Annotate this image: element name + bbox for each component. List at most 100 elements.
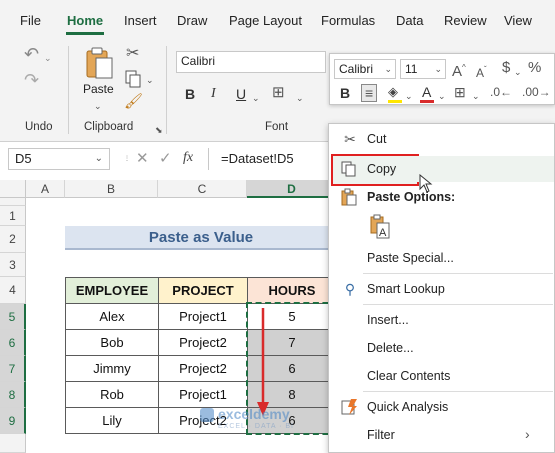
row-header-7[interactable]: 7: [0, 356, 26, 382]
watermark-logo-icon: [200, 408, 214, 422]
accounting-format-icon[interactable]: $: [502, 60, 510, 76]
column-header-b[interactable]: B: [65, 180, 158, 198]
tab-home[interactable]: Home: [67, 13, 103, 28]
table-cell[interactable]: Project2: [158, 355, 248, 382]
chevron-down-icon[interactable]: ⌄: [472, 88, 480, 104]
hours-header-cell[interactable]: HOURS: [247, 277, 337, 304]
dialog-launcher-icon[interactable]: ⬊: [155, 122, 163, 138]
mini-font-name-select[interactable]: Calibri ⌄: [334, 59, 396, 79]
formula-input[interactable]: =Dataset!D5: [208, 148, 328, 170]
align-center-icon[interactable]: ≡: [361, 84, 378, 102]
chevron-down-icon: ⌄: [94, 153, 103, 164]
bold-icon[interactable]: B: [340, 85, 350, 101]
more-icon[interactable]: ⋮: [124, 151, 130, 167]
menu-item-paste-options: Paste Options:: [329, 184, 554, 210]
enter-icon[interactable]: ✓: [159, 151, 172, 167]
table-cell[interactable]: Project2: [158, 329, 248, 356]
table-cell[interactable]: Bob: [65, 329, 159, 356]
menu-item-filter[interactable]: Filter ›: [329, 422, 554, 448]
row-header-9[interactable]: 9: [0, 408, 26, 434]
table-cell[interactable]: Jimmy: [65, 355, 159, 382]
copy-icon[interactable]: [124, 70, 142, 88]
row-header-4[interactable]: 4: [0, 277, 26, 304]
paste-button-label[interactable]: Paste: [83, 82, 114, 96]
increase-font-size-icon[interactable]: A^: [452, 60, 466, 80]
divider: [166, 46, 167, 134]
tab-view[interactable]: View: [504, 13, 532, 28]
select-all-corner[interactable]: [0, 180, 26, 198]
menu-item-smart-lookup[interactable]: ⚲ Smart Lookup: [329, 276, 554, 302]
decrease-font-size-icon[interactable]: Aˇ: [476, 62, 487, 81]
cancel-icon[interactable]: ✕: [136, 151, 149, 167]
borders-icon[interactable]: ⊞: [272, 85, 285, 101]
chevron-down-icon[interactable]: ⌄: [146, 72, 154, 88]
chevron-down-icon[interactable]: ⌄: [94, 98, 102, 114]
mini-font-size-select[interactable]: 11 ⌄: [400, 59, 446, 79]
paste-icon[interactable]: [84, 46, 114, 80]
row-header-1[interactable]: 1: [0, 206, 26, 226]
table-cell[interactable]: Lily: [65, 407, 159, 434]
paste-values-icon[interactable]: A: [369, 214, 391, 240]
employee-header-cell[interactable]: EMPLOYEE: [65, 277, 159, 304]
increase-decimal-icon[interactable]: .0←: [490, 84, 512, 100]
tab-formulas[interactable]: Formulas: [321, 13, 375, 28]
paste-icon: [341, 188, 357, 206]
chevron-down-icon[interactable]: ⌄: [438, 88, 446, 104]
menu-item-label: Insert...: [367, 313, 409, 327]
tab-review[interactable]: Review: [444, 13, 487, 28]
table-cell[interactable]: Rob: [65, 381, 159, 408]
row-header-8[interactable]: 8: [0, 382, 26, 408]
bold-icon[interactable]: B: [185, 86, 195, 102]
table-cell[interactable]: Project1: [158, 303, 248, 330]
menu-item-clear-contents[interactable]: Clear Contents: [329, 363, 554, 389]
mini-font-size-value: 11: [405, 62, 418, 76]
table-cell[interactable]: Alex: [65, 303, 159, 330]
column-header-c[interactable]: C: [158, 180, 247, 198]
redo-icon[interactable]: ↷: [24, 71, 39, 89]
sheet-title[interactable]: Paste as Value: [65, 226, 337, 250]
menu-item-label: Delete...: [367, 341, 414, 355]
tab-file[interactable]: File: [20, 13, 41, 28]
row-header-6[interactable]: 6: [0, 330, 26, 356]
row-header-2[interactable]: 2: [0, 226, 26, 253]
menu-item-quick-analysis[interactable]: Quick Analysis: [329, 394, 554, 420]
format-painter-icon[interactable]: 🖌: [124, 94, 143, 110]
tab-page-layout[interactable]: Page Layout: [229, 13, 302, 28]
chevron-down-icon[interactable]: ⌄: [44, 50, 52, 66]
menu-item-cut[interactable]: ✂ Cut: [329, 126, 554, 152]
tab-insert[interactable]: Insert: [124, 13, 157, 28]
menu-item-delete[interactable]: Delete...: [329, 335, 554, 361]
fill-color-icon[interactable]: ◈: [388, 84, 398, 100]
watermark-subtext: EXCEL · DATA · BI: [218, 423, 294, 430]
table-cell[interactable]: Project1: [158, 381, 248, 408]
undo-icon[interactable]: ↶: [24, 45, 39, 63]
italic-icon[interactable]: I: [211, 86, 216, 102]
menu-item-label: Copy: [367, 162, 397, 176]
percent-style-icon[interactable]: %: [528, 60, 541, 76]
menu-item-insert[interactable]: Insert...: [329, 307, 554, 333]
decrease-decimal-icon[interactable]: .00→: [522, 84, 551, 100]
column-header-d[interactable]: D: [247, 180, 337, 198]
chevron-down-icon[interactable]: ⌄: [405, 88, 413, 104]
menu-item-copy[interactable]: Copy: [331, 154, 419, 186]
name-box[interactable]: D5 ⌄: [8, 148, 110, 170]
insert-function-icon[interactable]: fx: [183, 150, 193, 166]
font-name-select[interactable]: Calibri: [176, 51, 326, 73]
tab-data[interactable]: Data: [396, 13, 423, 28]
underline-icon[interactable]: U: [236, 86, 246, 102]
menu-item-paste-special[interactable]: Paste Special...: [329, 245, 554, 271]
project-header-cell[interactable]: PROJECT: [158, 277, 248, 304]
chevron-down-icon[interactable]: ⌄: [296, 90, 304, 106]
undo-group-label: Undo: [25, 121, 53, 133]
font-name-value: Calibri: [181, 54, 216, 68]
cut-icon[interactable]: ✂: [126, 46, 139, 62]
row-header-3[interactable]: 3: [0, 253, 26, 277]
chevron-down-icon[interactable]: ⌄: [514, 64, 522, 80]
chevron-down-icon[interactable]: ⌄: [252, 90, 260, 106]
column-header-a[interactable]: A: [26, 180, 65, 198]
row-header-5[interactable]: 5: [0, 304, 26, 330]
font-color-icon[interactable]: A: [422, 84, 431, 100]
borders-icon[interactable]: ⊞: [454, 84, 466, 100]
clipboard-group-label: Clipboard: [84, 121, 134, 133]
tab-draw[interactable]: Draw: [177, 13, 207, 28]
